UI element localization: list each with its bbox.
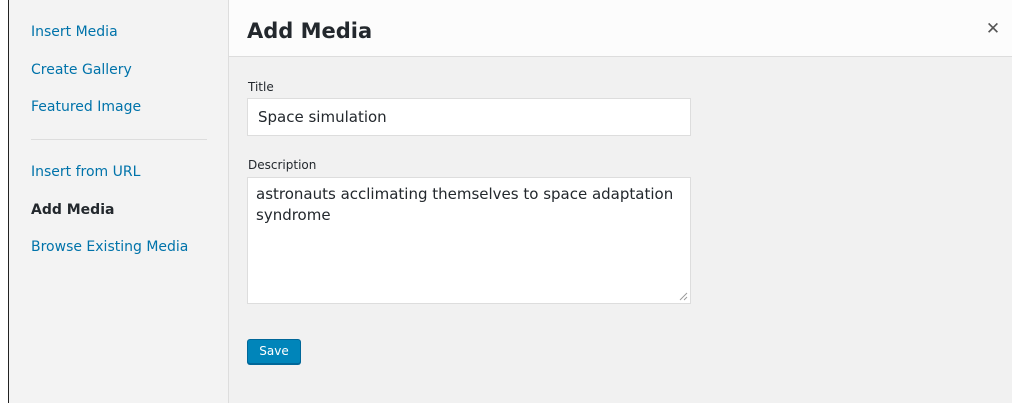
save-button[interactable]: Save	[247, 339, 301, 364]
menu-item-create-gallery[interactable]: Create Gallery	[31, 61, 132, 79]
close-button[interactable]: ✕	[982, 18, 1004, 40]
menu-item-insert-from-url[interactable]: Insert from URL	[31, 163, 140, 181]
modal-title: Add Media	[247, 19, 373, 43]
menu-item-browse-existing-media[interactable]: Browse Existing Media	[31, 238, 188, 256]
close-icon: ✕	[985, 19, 1001, 39]
media-modal: Insert Media Create Gallery Featured Ima…	[0, 0, 1012, 403]
menu-item-featured-image[interactable]: Featured Image	[31, 98, 141, 116]
resize-handle-icon[interactable]	[678, 291, 688, 301]
title-label: Title	[248, 80, 274, 94]
modal-content: Title Description astronauts acclimating…	[229, 57, 1012, 403]
menu-item-add-media[interactable]: Add Media	[31, 201, 114, 219]
media-menu: Insert Media Create Gallery Featured Ima…	[9, 0, 229, 403]
description-textarea[interactable]: astronauts acclimating themselves to spa…	[247, 177, 691, 304]
menu-item-insert-media[interactable]: Insert Media	[31, 23, 118, 41]
menu-separator	[31, 139, 207, 140]
description-label: Description	[248, 158, 317, 172]
title-input[interactable]	[247, 98, 691, 136]
modal-header: Add Media ✕	[229, 0, 1012, 57]
